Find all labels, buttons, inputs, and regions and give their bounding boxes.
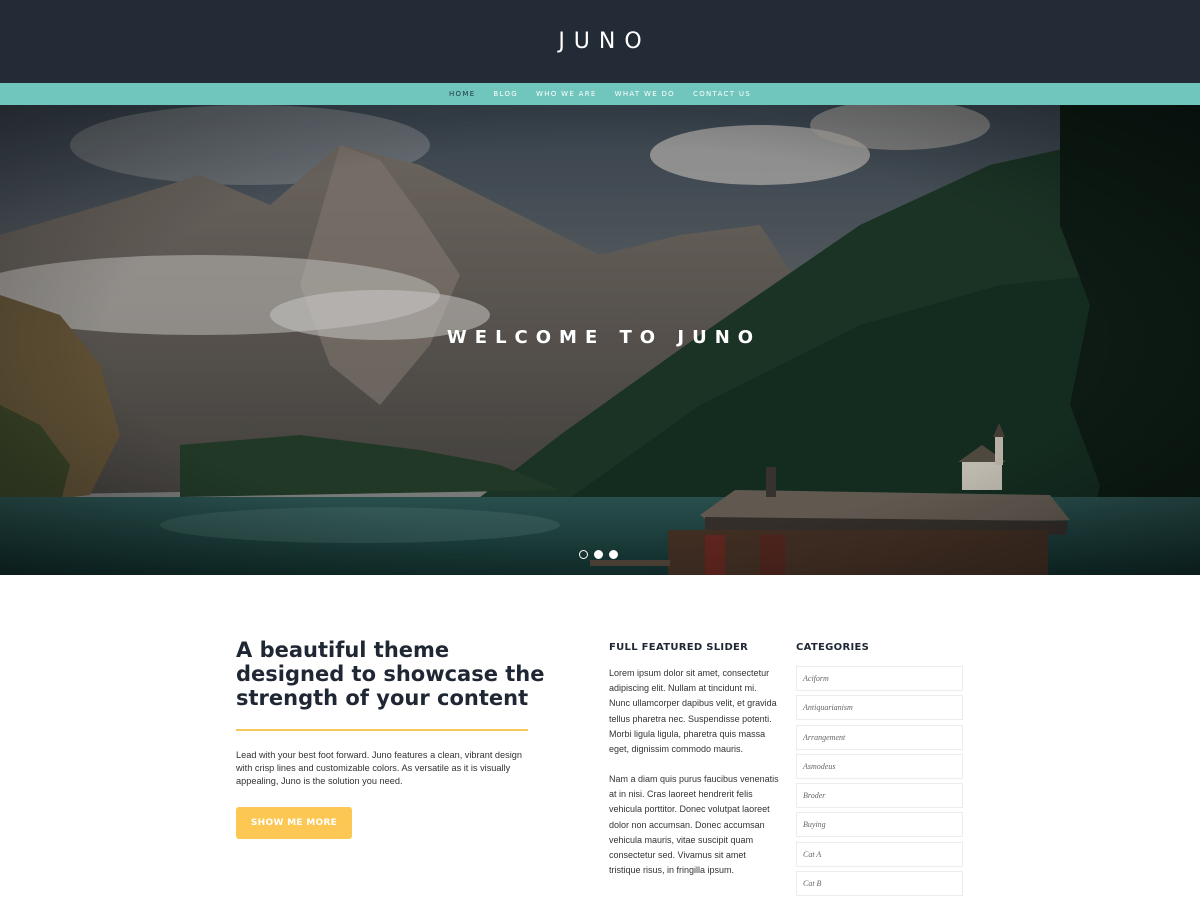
nav-item-blog[interactable]: BLOG [484, 83, 527, 105]
site-header: JUNO [0, 0, 1200, 83]
nav-item-home[interactable]: HOME [440, 83, 484, 105]
intro-divider [236, 729, 528, 731]
main-navigation: HOME BLOG WHO WE ARE WHAT WE DO CONTACT … [0, 83, 1200, 105]
category-item[interactable]: Cat B [796, 871, 963, 897]
intro-text: Lead with your best foot forward. Juno f… [236, 750, 523, 786]
category-item[interactable]: Antiquarianism [796, 695, 963, 721]
slider-dot-2[interactable] [594, 550, 603, 559]
category-item[interactable]: Asmodeus [796, 753, 963, 779]
hero-title: WELCOME TO JUNO [446, 327, 762, 348]
site-title[interactable]: JUNO [0, 0, 1200, 83]
category-item[interactable]: Broder [796, 783, 963, 809]
category-item[interactable]: Buying [796, 812, 963, 838]
show-me-more-button[interactable]: SHOW ME MORE [236, 807, 352, 839]
nav-item-who-we-are[interactable]: WHO WE ARE [527, 83, 606, 105]
category-item[interactable]: Cat A [796, 841, 963, 867]
slider-widget-paragraph-1: Lorem ipsum dolor sit amet, consectetur … [609, 668, 777, 755]
intro-heading: A beautiful theme designed to showcase t… [236, 638, 545, 710]
category-item[interactable]: Arrangement [796, 724, 963, 750]
slider-widget-title: FULL FEATURED SLIDER [609, 642, 749, 653]
nav-item-contact-us[interactable]: CONTACT US [684, 83, 760, 105]
categories-list: Aciform Antiquarianism Arrangement Asmod… [796, 666, 963, 900]
slider-dot-1[interactable] [579, 550, 588, 559]
hero-slider: WELCOME TO JUNO [0, 105, 1200, 575]
slider-dot-3[interactable] [609, 550, 618, 559]
slider-widget-paragraph-2: Nam a diam quis purus faucibus venenatis… [609, 774, 779, 876]
category-item[interactable]: Aciform [796, 666, 963, 691]
categories-widget-title: CATEGORIES [796, 642, 870, 653]
nav-item-what-we-do[interactable]: WHAT WE DO [606, 83, 684, 105]
